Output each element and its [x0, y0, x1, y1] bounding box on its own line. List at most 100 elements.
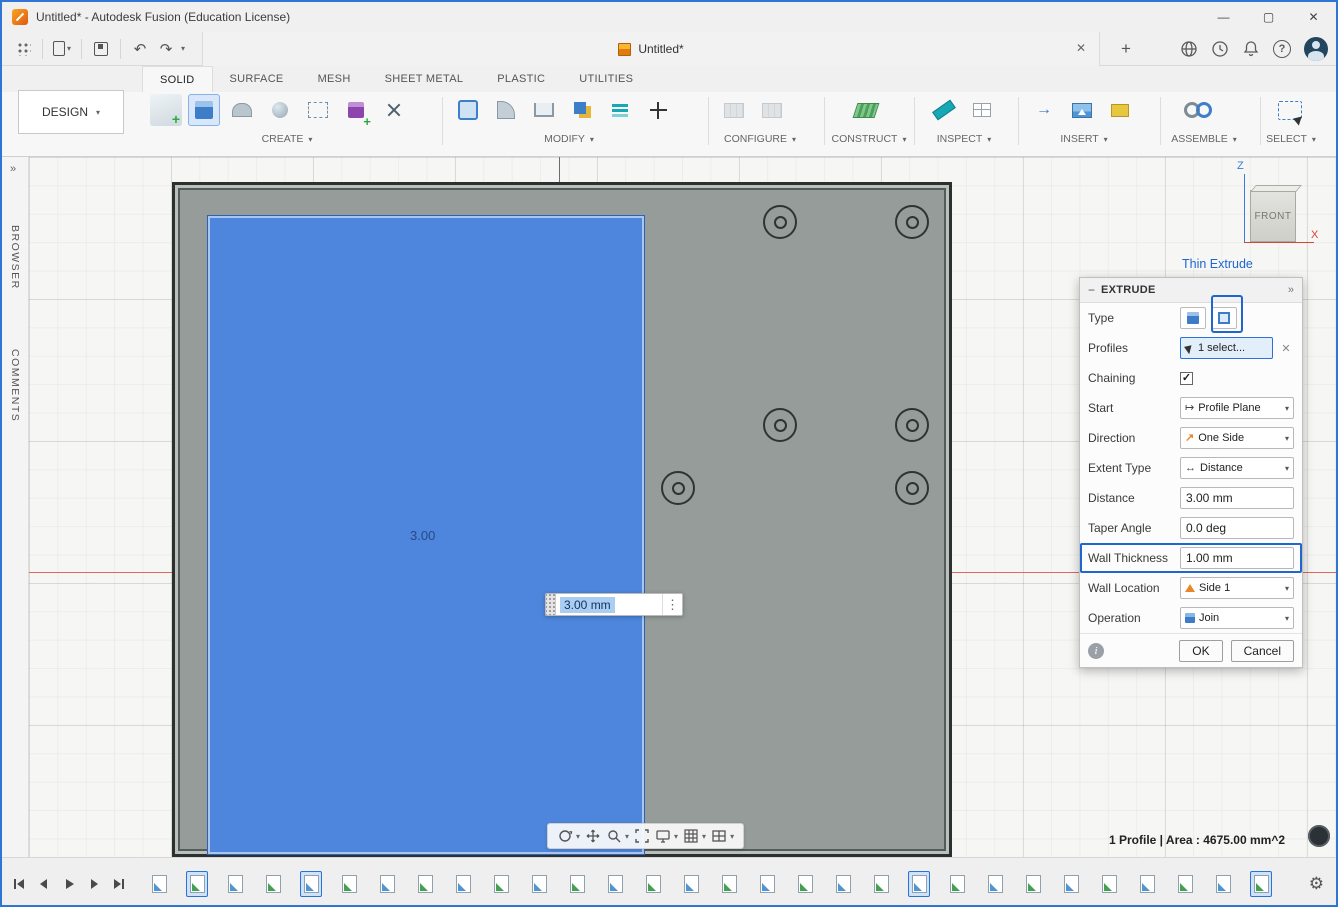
sweep-icon[interactable] — [264, 94, 296, 126]
grid-settings-icon[interactable]: ▾ — [683, 828, 706, 844]
start-dropdown[interactable]: ↦ Profile Plane ▾ — [1180, 397, 1294, 419]
app-grid-icon[interactable] — [12, 37, 34, 61]
insert-group-label[interactable]: INSERT ▾ — [1060, 133, 1107, 145]
cancel-button[interactable]: Cancel — [1230, 639, 1294, 662]
loft-icon[interactable] — [302, 94, 334, 126]
move-copy-icon[interactable] — [642, 94, 674, 126]
measure-icon[interactable] — [928, 94, 960, 126]
direction-dropdown[interactable]: ↗ One Side ▾ — [1180, 427, 1294, 449]
timeline-item[interactable] — [604, 871, 626, 897]
wall-thickness-input[interactable] — [1180, 547, 1294, 569]
timeline-item[interactable] — [718, 871, 740, 897]
extent-type-dropdown[interactable]: ↔ Distance ▾ — [1180, 457, 1294, 479]
undo-button[interactable]: ↶ — [129, 37, 151, 61]
shell-icon[interactable] — [528, 94, 560, 126]
insert-derive-icon[interactable]: → — [1028, 94, 1060, 126]
user-avatar[interactable] — [1304, 37, 1328, 61]
timeline-item[interactable] — [148, 871, 170, 897]
info-icon[interactable]: i — [1088, 642, 1104, 659]
operation-dropdown[interactable]: Join ▾ — [1180, 607, 1294, 629]
configure-group-label[interactable]: CONFIGURE ▾ — [724, 133, 796, 145]
dialog-header[interactable]: − EXTRUDE » — [1080, 278, 1302, 303]
configuration-icon[interactable] — [756, 94, 788, 126]
comments-panel-tab[interactable]: COMMENTS — [9, 349, 21, 422]
viewcube[interactable]: Z X FRONT — [1227, 160, 1336, 255]
joint-icon[interactable] — [1182, 94, 1214, 126]
timeline-item[interactable] — [1060, 871, 1082, 897]
new-tab-button[interactable]: + — [1114, 37, 1138, 61]
press-pull-icon[interactable] — [452, 94, 484, 126]
zoom-icon[interactable]: ▾ — [606, 828, 629, 844]
close-button[interactable]: ✕ — [1291, 2, 1336, 32]
taper-angle-input[interactable] — [1180, 517, 1294, 539]
extensions-icon[interactable] — [1180, 40, 1198, 58]
assistant-badge[interactable] — [1308, 825, 1330, 847]
timeline-item[interactable] — [376, 871, 398, 897]
skip-to-end-button[interactable] — [108, 873, 130, 895]
select-tool-icon[interactable] — [1274, 94, 1306, 126]
hole-feature[interactable] — [895, 205, 929, 239]
redo-button[interactable]: ↷ — [155, 37, 177, 61]
timeline-item[interactable] — [566, 871, 588, 897]
drag-handle[interactable] — [546, 594, 556, 615]
browser-panel-tab[interactable]: BROWSER — [9, 225, 21, 290]
timeline-item[interactable] — [1174, 871, 1196, 897]
configure-table-icon[interactable] — [718, 94, 750, 126]
revolve-icon[interactable] — [226, 94, 258, 126]
save-button[interactable] — [90, 37, 112, 61]
create-sketch-icon[interactable] — [150, 94, 182, 127]
fillet-icon[interactable] — [490, 94, 522, 126]
chaining-checkbox[interactable]: ✓ — [1180, 371, 1193, 385]
job-status-icon[interactable] — [1211, 40, 1229, 58]
pattern-icon[interactable] — [340, 94, 372, 129]
viewcube-front-face[interactable]: FRONT — [1250, 190, 1296, 242]
hole-feature[interactable] — [763, 408, 797, 442]
timeline-item[interactable] — [680, 871, 702, 897]
section-analysis-icon[interactable] — [966, 94, 998, 126]
timeline-item[interactable] — [832, 871, 854, 897]
split-icon[interactable] — [378, 94, 410, 126]
help-icon[interactable]: ? — [1273, 40, 1291, 58]
wall-location-dropdown[interactable]: Side 1 ▾ — [1180, 577, 1294, 599]
profiles-select-button[interactable]: 1 select... — [1180, 337, 1273, 359]
extrude-type-button[interactable] — [1180, 307, 1206, 329]
viewports-icon[interactable]: ▾ — [711, 828, 734, 844]
construct-group-label[interactable]: CONSTRUCT ▾ — [832, 133, 907, 145]
distance-value-field[interactable]: 3.00 mm — [556, 594, 662, 615]
timeline-item[interactable] — [756, 871, 778, 897]
timeline-item[interactable] — [870, 871, 892, 897]
timeline-item[interactable] — [642, 871, 664, 897]
pan-icon[interactable] — [585, 828, 601, 844]
timeline-item[interactable] — [1212, 871, 1234, 897]
extrude-icon[interactable] — [188, 94, 220, 126]
timeline-item[interactable] — [490, 871, 512, 897]
collapse-icon[interactable]: − — [1088, 283, 1095, 297]
hole-feature[interactable] — [895, 408, 929, 442]
tab-surface[interactable]: SURFACE — [213, 66, 301, 92]
document-tab[interactable]: Untitled* ✕ — [202, 32, 1100, 66]
timeline-item[interactable] — [300, 870, 322, 897]
hole-feature[interactable] — [895, 471, 929, 505]
assemble-group-label[interactable]: ASSEMBLE ▾ — [1171, 133, 1237, 145]
close-tab-icon[interactable]: ✕ — [1073, 41, 1089, 55]
fit-view-icon[interactable] — [634, 828, 650, 844]
combine-icon[interactable] — [566, 94, 598, 126]
timeline-item[interactable] — [262, 871, 284, 897]
timeline-settings-gear-icon[interactable]: ⚙ — [1309, 874, 1324, 894]
notifications-bell-icon[interactable] — [1242, 40, 1260, 58]
play-button[interactable] — [58, 873, 80, 895]
timeline-item[interactable] — [414, 871, 436, 897]
timeline-item[interactable] — [1098, 871, 1120, 897]
file-menu-button[interactable]: ▾ — [51, 37, 73, 61]
insert-mesh-icon[interactable] — [1104, 94, 1136, 126]
tab-solid[interactable]: SOLID — [142, 66, 213, 92]
display-settings-icon[interactable]: ▾ — [655, 828, 678, 844]
skip-to-start-button[interactable] — [8, 873, 30, 895]
timeline-item[interactable] — [224, 871, 246, 897]
maximize-button[interactable]: ▢ — [1246, 2, 1291, 32]
timeline-item[interactable] — [1250, 870, 1272, 897]
create-group-label[interactable]: CREATE ▾ — [262, 133, 313, 145]
offset-face-icon[interactable] — [604, 94, 636, 126]
tab-plastic[interactable]: PLASTIC — [480, 66, 562, 92]
step-back-button[interactable] — [33, 873, 55, 895]
